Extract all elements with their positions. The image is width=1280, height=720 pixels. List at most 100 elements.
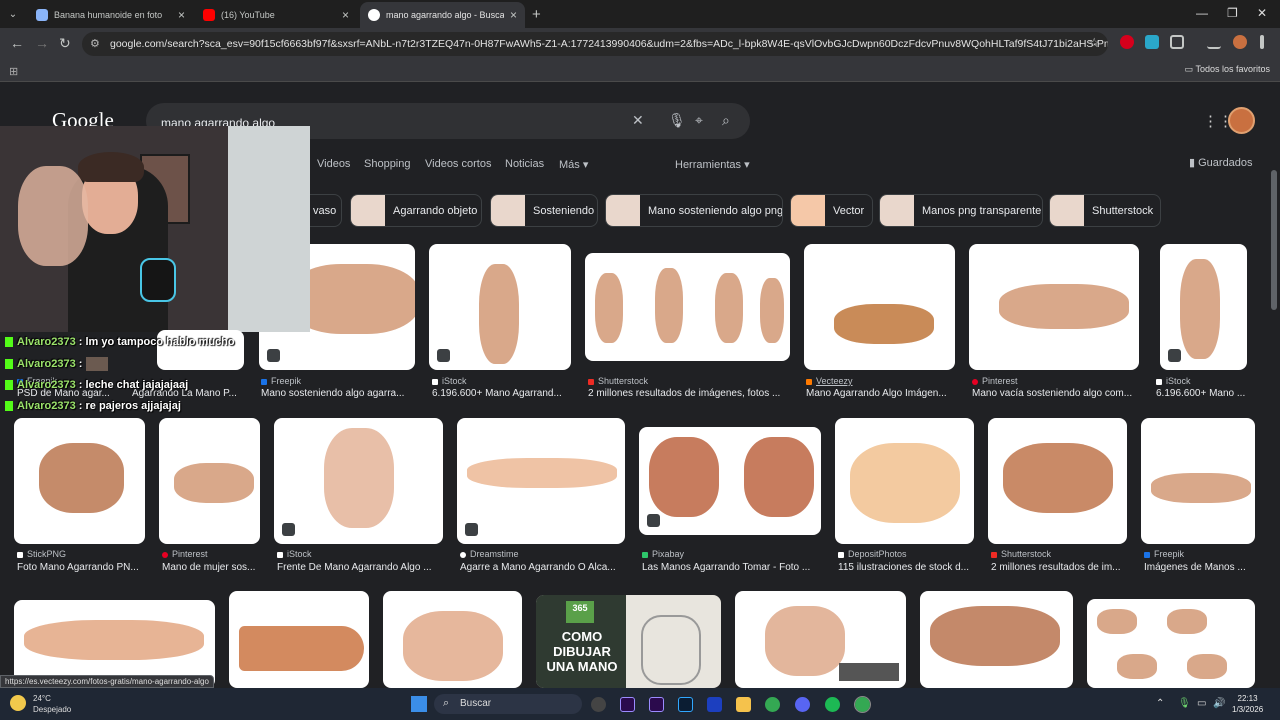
after-effects-icon[interactable] xyxy=(620,697,635,712)
result-caption[interactable]: Imágenes de Manos ... xyxy=(1144,562,1255,573)
image-result[interactable] xyxy=(274,418,443,544)
result-caption[interactable]: 115 ilustraciones de stock d... xyxy=(838,562,974,573)
result-source[interactable]: Freepik xyxy=(1144,549,1255,559)
back-icon[interactable]: ← xyxy=(10,35,24,51)
search-icon[interactable]: ⌕ xyxy=(722,112,730,129)
tab-youtube[interactable]: (16) YouTube × xyxy=(195,2,357,28)
image-result[interactable] xyxy=(969,244,1139,370)
result-source[interactable]: iStock xyxy=(1156,376,1251,386)
chip-sosteniendo[interactable]: Sosteniendo xyxy=(490,194,598,227)
image-result[interactable] xyxy=(988,418,1127,544)
image-result[interactable] xyxy=(735,591,906,688)
chrome-icon[interactable] xyxy=(765,697,780,712)
chip-vector[interactable]: Vector xyxy=(790,194,873,227)
result-caption[interactable]: 6.196.600+ Mano Agarrand... xyxy=(432,388,572,399)
result-source[interactable]: Dreamstime xyxy=(460,549,625,559)
result-caption[interactable]: Agarre a Mano Agarrando O Alca... xyxy=(460,562,625,573)
chip-shutterstock[interactable]: Shutterstock xyxy=(1049,194,1161,227)
profile-avatar[interactable] xyxy=(1233,35,1247,49)
result-source[interactable]: Freepik xyxy=(261,376,411,386)
weather-widget[interactable]: 24°C Despejado xyxy=(33,693,71,715)
result-caption[interactable]: Mano vacía sosteniendo algo com... xyxy=(972,388,1137,399)
image-result[interactable] xyxy=(1160,244,1247,370)
image-result[interactable] xyxy=(585,253,790,361)
close-icon[interactable]: × xyxy=(342,8,349,22)
result-source[interactable]: Pinterest xyxy=(972,376,1137,386)
result-source[interactable]: DepositPhotos xyxy=(838,549,974,559)
extension-translate-icon[interactable] xyxy=(1145,35,1159,49)
all-bookmarks-folder[interactable]: ▭ Todos los favoritos xyxy=(1185,64,1270,75)
chip-mano-png[interactable]: Mano sosteniendo algo png xyxy=(605,194,783,227)
tab-shopping[interactable]: Shopping xyxy=(364,158,411,170)
image-result[interactable] xyxy=(835,418,974,544)
weather-sun-icon[interactable] xyxy=(10,695,26,711)
image-result[interactable]: 365 COMO DIBUJAR UNA MANO xyxy=(536,595,721,688)
tray-chevron-icon[interactable]: ⌃ xyxy=(1156,698,1164,709)
image-result[interactable] xyxy=(1141,418,1255,544)
result-source[interactable]: iStock xyxy=(432,376,572,386)
account-avatar[interactable] xyxy=(1228,107,1255,134)
result-source[interactable]: Pinterest xyxy=(162,549,260,559)
lens-icon[interactable]: ⌖ xyxy=(695,112,703,129)
image-result[interactable] xyxy=(429,244,571,370)
tools-button[interactable]: Herramientas ▾ xyxy=(675,158,750,171)
chrome-active-icon[interactable] xyxy=(854,696,871,713)
site-info-icon[interactable]: ⚙ xyxy=(90,37,100,50)
bookmark-star-icon[interactable]: ☆ xyxy=(1088,35,1100,51)
image-result[interactable] xyxy=(159,418,260,544)
mic-icon[interactable]: 🎙 xyxy=(668,112,686,129)
file-explorer-icon[interactable] xyxy=(736,697,751,712)
new-tab-button[interactable]: + xyxy=(532,6,541,23)
result-source[interactable]: StickPNG xyxy=(17,549,145,559)
mic-tray-icon[interactable]: 🎙 xyxy=(1178,698,1191,709)
volume-icon[interactable]: 🔊 xyxy=(1213,698,1225,709)
extension-red-icon[interactable] xyxy=(1120,35,1134,49)
spotify-icon[interactable] xyxy=(825,697,840,712)
close-icon[interactable]: × xyxy=(178,8,185,22)
chip-manos-png[interactable]: Manos png transparente xyxy=(879,194,1043,227)
result-caption[interactable]: Mano sosteniendo algo agarra... xyxy=(261,388,411,399)
menu-kebab-icon[interactable] xyxy=(1260,35,1264,49)
clock[interactable]: 22:13 1/3/2026 xyxy=(1232,693,1263,715)
result-caption[interactable]: Mano Agarrando Algo Imágen... xyxy=(806,388,956,399)
image-result[interactable] xyxy=(804,244,955,370)
reload-icon[interactable]: ↻ xyxy=(59,35,71,52)
result-caption[interactable]: Foto Mano Agarrando PN... xyxy=(17,562,145,573)
close-icon[interactable]: × xyxy=(510,8,517,22)
tab-videos[interactable]: Videos xyxy=(317,158,350,170)
tab-search-button[interactable]: ⌄ xyxy=(4,6,22,22)
image-result[interactable] xyxy=(383,591,522,688)
tab-banana[interactable]: Banana humanoide en foto × xyxy=(28,2,193,28)
saved-button[interactable]: ▮ Guardados xyxy=(1189,156,1253,169)
image-result[interactable] xyxy=(14,418,145,544)
image-result[interactable] xyxy=(1087,599,1255,688)
result-source[interactable]: iStock xyxy=(277,549,442,559)
image-result[interactable] xyxy=(457,418,625,544)
forward-icon[interactable]: → xyxy=(35,35,49,51)
restore-icon[interactable]: ❐ xyxy=(1227,6,1238,20)
page-scrollbar[interactable] xyxy=(1271,170,1277,310)
result-source[interactable]: Pixabay xyxy=(642,549,820,559)
chip-agarrando-objeto[interactable]: Agarrando objeto xyxy=(350,194,482,227)
tab-google-search[interactable]: mano agarrando algo - Buscar con × xyxy=(360,2,525,28)
network-icon[interactable]: ▭ xyxy=(1197,698,1206,709)
photoshop-icon[interactable] xyxy=(678,697,693,712)
premiere-icon[interactable] xyxy=(649,697,664,712)
vegas-icon[interactable] xyxy=(707,697,722,712)
apps-grid-icon[interactable]: ⊞ xyxy=(9,65,18,78)
image-result[interactable] xyxy=(639,427,821,535)
extensions-puzzle-icon[interactable] xyxy=(1170,35,1184,49)
result-caption[interactable]: 2 millones resultados de imágenes, fotos… xyxy=(588,388,788,399)
app-icon[interactable] xyxy=(591,697,606,712)
image-result[interactable] xyxy=(920,591,1073,688)
tab-short-videos[interactable]: Videos cortos xyxy=(425,158,491,170)
tab-news[interactable]: Noticias xyxy=(505,158,544,170)
minimize-icon[interactable]: — xyxy=(1196,6,1208,20)
result-caption[interactable]: 2 millones resultados de im... xyxy=(991,562,1127,573)
windows-start-icon[interactable] xyxy=(411,696,427,712)
result-source[interactable]: Shutterstock xyxy=(991,549,1127,559)
download-icon[interactable] xyxy=(1207,35,1221,49)
clear-icon[interactable]: ✕ xyxy=(632,112,644,129)
tab-more[interactable]: Más ▾ xyxy=(559,158,588,171)
result-source[interactable]: Vecteezy xyxy=(806,376,956,386)
